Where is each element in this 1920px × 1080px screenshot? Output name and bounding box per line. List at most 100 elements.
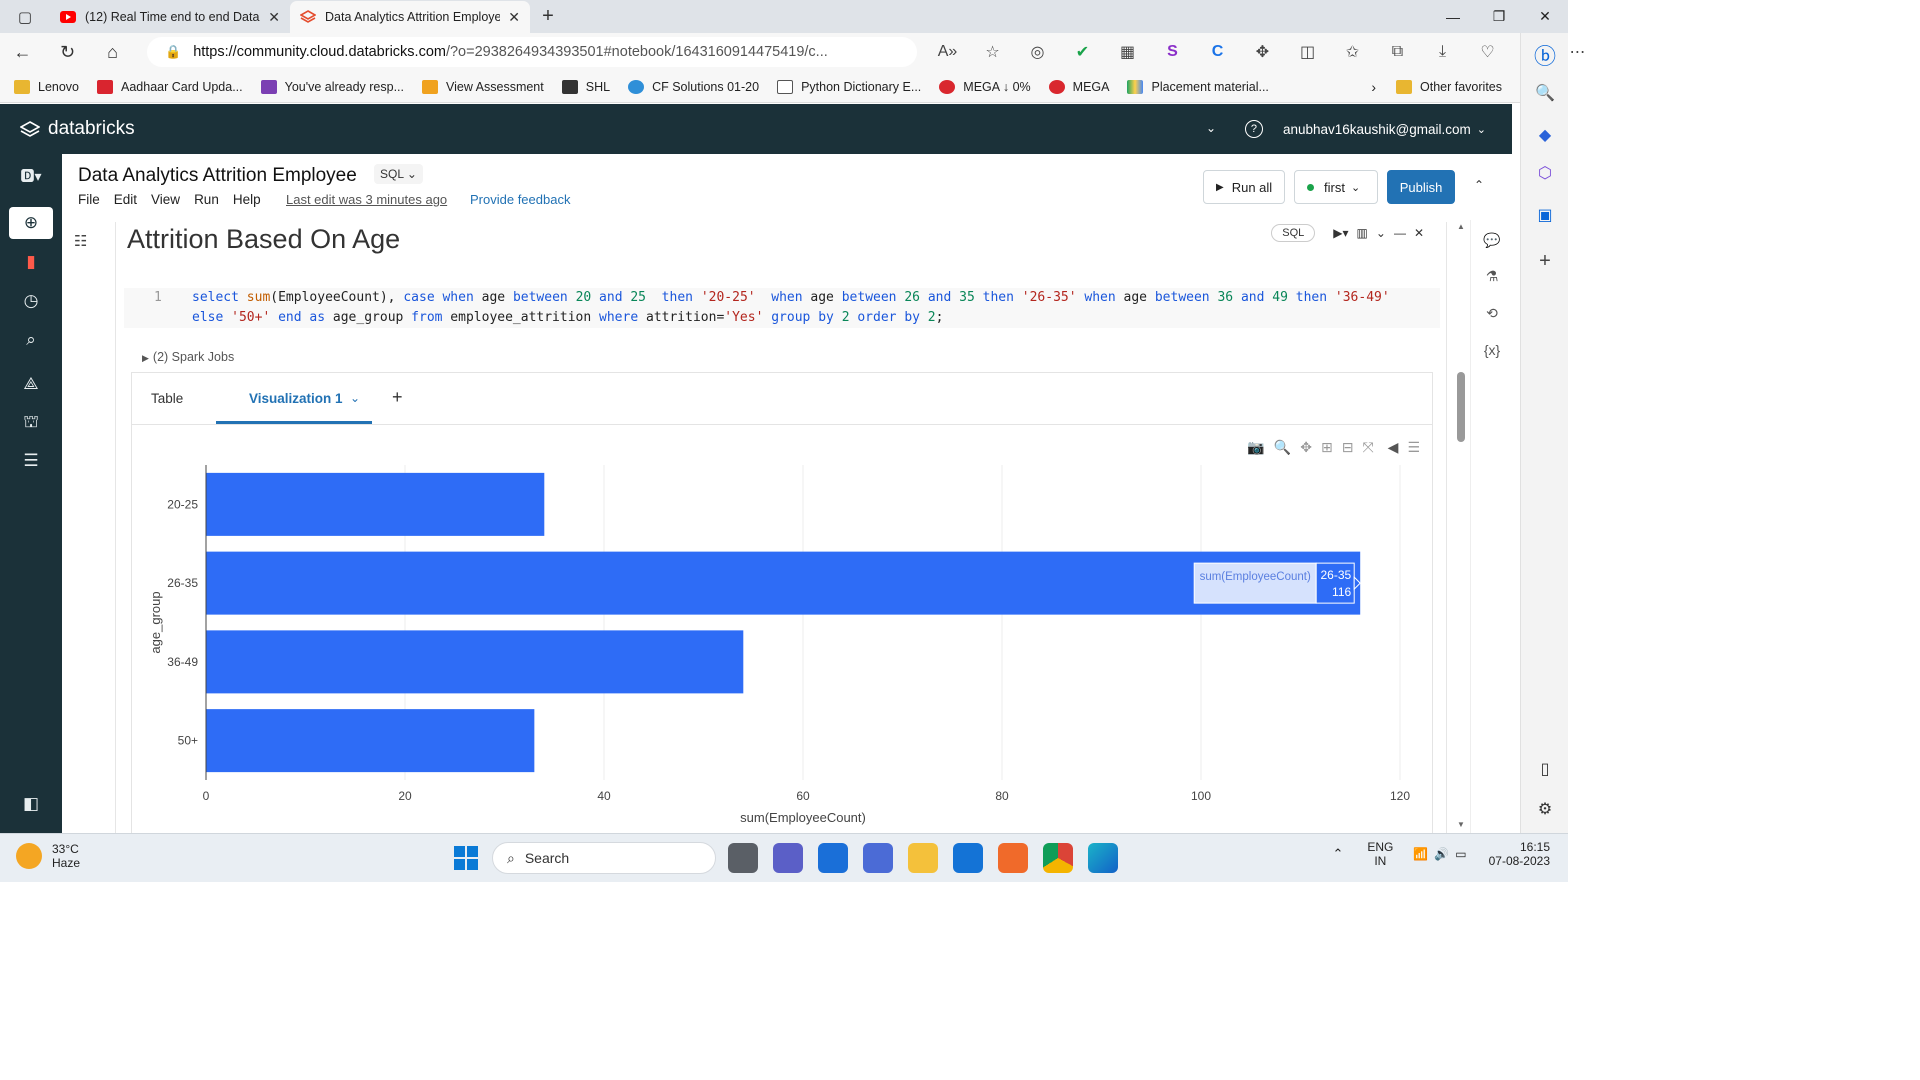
task-view-icon[interactable]	[728, 843, 758, 873]
spark-jobs-toggle[interactable]: ▶ (2) Spark Jobs	[142, 350, 234, 364]
chevron-up-icon[interactable]: ⌃	[1332, 846, 1343, 862]
cluster-selector[interactable]: first ⌄	[1294, 170, 1378, 204]
outlook-icon[interactable]: ▣	[1521, 205, 1569, 225]
puzzle-icon[interactable]: ✥	[1240, 42, 1285, 62]
databricks-logo[interactable]: databricks	[20, 118, 135, 140]
persona-switcher-icon[interactable]: 🅳▾	[9, 160, 53, 192]
minimize-icon[interactable]: —	[1430, 0, 1476, 33]
s-extension-icon[interactable]: S	[1150, 43, 1195, 61]
tab-table[interactable]: Table	[151, 391, 183, 406]
image-extension-icon[interactable]: ▦	[1105, 42, 1150, 62]
workspace-icon[interactable]: ▮	[9, 246, 53, 278]
tab-visualization-1[interactable]: Visualization 1	[249, 391, 343, 406]
chevron-right-icon[interactable]: ›	[1371, 79, 1376, 95]
recents-icon[interactable]: ◷	[9, 285, 53, 317]
help-icon[interactable]: ?	[1244, 120, 1263, 138]
bar[interactable]	[206, 472, 545, 536]
bookmark-item[interactable]: You've already resp...	[260, 79, 404, 94]
office-icon[interactable]: ⬡	[1521, 163, 1569, 183]
wifi-icon[interactable]: 📶	[1413, 847, 1428, 861]
bar[interactable]	[206, 630, 744, 694]
checkmark-extension-icon[interactable]: ✔	[1060, 42, 1105, 62]
windows-start-icon[interactable]	[454, 846, 478, 870]
read-aloud-icon[interactable]: A»	[925, 43, 970, 61]
bar[interactable]	[206, 709, 535, 773]
url-input[interactable]: 🔒 https://community.cloud.databricks.com…	[147, 37, 917, 67]
scroll-down-icon[interactable]: ▼	[1454, 820, 1468, 829]
refresh-icon[interactable]: ↻	[45, 33, 90, 71]
new-tab-button[interactable]: +	[530, 5, 566, 28]
brave-icon[interactable]	[998, 843, 1028, 873]
run-cell-icon[interactable]: ▶▾	[1333, 226, 1348, 240]
tag-icon[interactable]: ◆	[1521, 125, 1569, 145]
volume-icon[interactable]: 🔊	[1434, 847, 1449, 861]
favorites-icon[interactable]: ✩	[1330, 42, 1375, 62]
bookmark-item[interactable]: MEGA ↓ 0%	[939, 79, 1031, 94]
chevron-down-icon[interactable]: ⌄	[350, 391, 360, 405]
bing-icon[interactable]: ⓑ	[1521, 39, 1569, 71]
edge-icon[interactable]	[1088, 843, 1118, 873]
tab-actions-icon[interactable]: ▢	[0, 0, 50, 33]
favorite-star-icon[interactable]: ☆	[970, 42, 1015, 62]
add-icon[interactable]: +	[1521, 250, 1569, 273]
mail-icon[interactable]	[953, 843, 983, 873]
bookmark-item[interactable]: View Assessment	[422, 79, 544, 94]
bar[interactable]	[206, 551, 1361, 615]
home-icon[interactable]: ⌂	[90, 33, 135, 71]
bookmark-item[interactable]: Placement material...	[1127, 79, 1269, 94]
close-tab-icon[interactable]: ✕	[268, 9, 280, 26]
other-favorites[interactable]: › Other favorites	[1371, 71, 1502, 103]
close-cell-icon[interactable]: ✕	[1414, 226, 1424, 240]
c-extension-icon[interactable]: C	[1195, 43, 1240, 61]
provide-feedback-link[interactable]: Provide feedback	[470, 192, 570, 207]
bookmark-item[interactable]: Aadhaar Card Upda...	[97, 79, 243, 94]
chart-icon[interactable]: ▥	[1357, 226, 1368, 240]
chrome-icon[interactable]	[1043, 843, 1073, 873]
cell-title[interactable]: Attrition Based On Age	[127, 224, 400, 255]
collapse-sidebar-icon[interactable]: ◧	[9, 788, 53, 820]
vertical-scrollbar[interactable]: ▲ ▼	[1454, 222, 1468, 832]
close-window-icon[interactable]: ✕	[1522, 0, 1568, 33]
copilot-icon[interactable]	[863, 843, 893, 873]
bookmark-item[interactable]: CF Solutions 01-20	[628, 79, 759, 94]
menu-help[interactable]: Help	[233, 192, 261, 207]
create-icon[interactable]: ⊕	[9, 207, 53, 239]
bookmark-item[interactable]: Python Dictionary E...	[777, 79, 921, 94]
bookmark-item[interactable]: SHL	[561, 79, 610, 94]
revision-history-icon[interactable]: ⟲	[1471, 305, 1513, 322]
compute-icon[interactable]: ⛫	[9, 407, 53, 439]
collections-icon[interactable]: ⧉	[1375, 43, 1420, 61]
weather-widget[interactable]: 33°C Haze	[16, 842, 80, 870]
taskbar-search[interactable]: ⌕ Search	[492, 842, 716, 874]
split-screen-icon[interactable]: ◫	[1285, 42, 1330, 62]
language-selector[interactable]: SQL ⌄	[374, 164, 423, 184]
minimize-cell-icon[interactable]: —	[1394, 226, 1406, 240]
notebook-title[interactable]: Data Analytics Attrition Employee	[78, 165, 357, 187]
comments-icon[interactable]: 💬	[1471, 232, 1513, 249]
menu-view[interactable]: View	[151, 192, 180, 207]
table-of-contents-icon[interactable]: ☷	[74, 232, 87, 250]
menu-run[interactable]: Run	[194, 192, 219, 207]
add-visualization-icon[interactable]: +	[392, 387, 403, 408]
publish-button[interactable]: Publish	[1387, 170, 1455, 204]
clock[interactable]: 16:15 07-08-2023	[1489, 840, 1550, 868]
search-icon[interactable]: 🔍	[1521, 83, 1569, 103]
restore-icon[interactable]: ❐	[1476, 0, 1522, 33]
browser-tab-databricks[interactable]: Data Analytics Attrition Employe ✕	[290, 1, 530, 33]
user-menu[interactable]: ? anubhav16kaushik@gmail.com ⌄	[1244, 104, 1486, 154]
workspace-chevron-icon[interactable]: ⌄	[1206, 121, 1216, 135]
bookmark-item[interactable]: Lenovo	[14, 79, 79, 94]
language-indicator[interactable]: ENG IN	[1367, 840, 1393, 868]
file-explorer-icon[interactable]	[908, 843, 938, 873]
menu-file[interactable]: File	[78, 192, 100, 207]
bookmark-item[interactable]: MEGA	[1048, 79, 1109, 94]
downloads-icon[interactable]: ⤓	[1420, 43, 1465, 61]
collapse-header-icon[interactable]: ⌃	[1474, 178, 1484, 192]
sidebar-toggle-icon[interactable]: ▯	[1521, 759, 1569, 779]
close-tab-icon[interactable]: ✕	[508, 9, 520, 26]
menu-edit[interactable]: Edit	[114, 192, 137, 207]
browser-tab-youtube[interactable]: (12) Real Time end to end Databr ✕	[50, 1, 290, 33]
search-icon[interactable]: ⌕	[9, 324, 53, 356]
experiment-icon[interactable]: ⚗	[1471, 268, 1513, 285]
settings-icon[interactable]: ⚙	[1521, 799, 1569, 819]
